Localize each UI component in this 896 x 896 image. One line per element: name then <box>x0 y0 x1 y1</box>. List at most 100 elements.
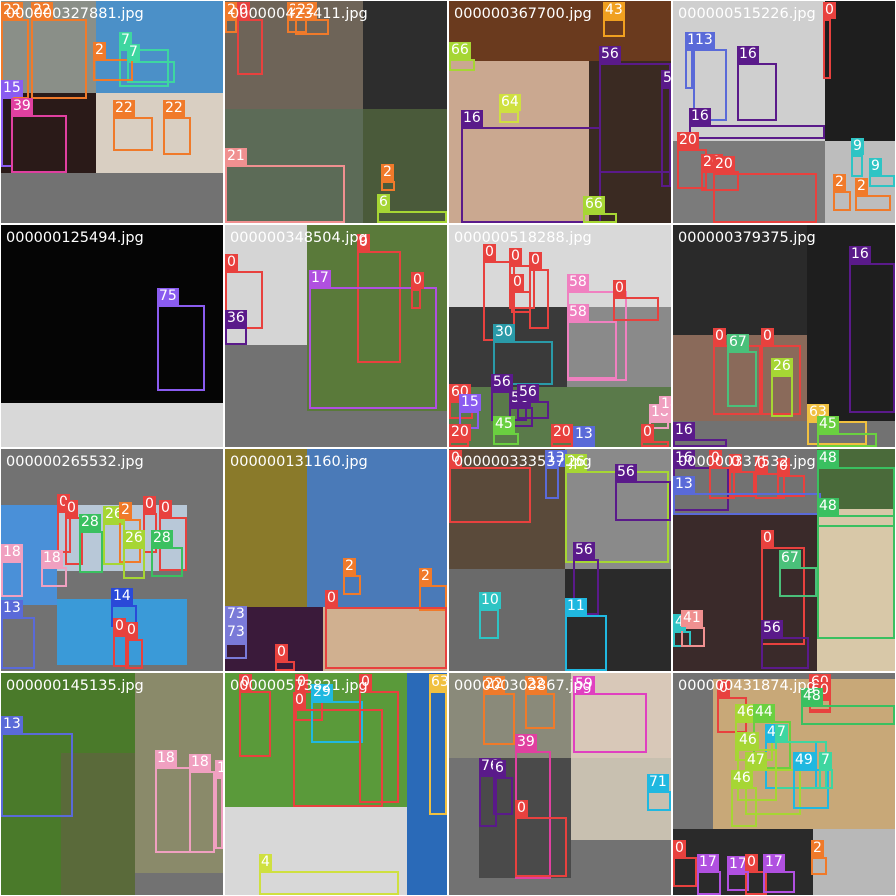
class-label: 2 <box>833 174 846 191</box>
class-label: 22 <box>163 100 185 117</box>
bounding-box <box>449 467 531 523</box>
bounding-box <box>239 691 271 757</box>
bounding-box <box>673 857 697 887</box>
bounding-box <box>499 111 519 123</box>
image-filename: 000000337532.jpg <box>678 454 816 470</box>
bounding-box <box>761 637 809 669</box>
bounding-box <box>113 117 153 151</box>
class-label: 18 <box>215 760 223 777</box>
class-label: 26 <box>123 530 145 547</box>
class-label: 0 <box>159 500 172 517</box>
class-label: 2 <box>93 42 106 59</box>
class-label: 56 <box>599 46 621 63</box>
bounding-box <box>225 327 247 345</box>
class-label: 15 <box>459 394 481 411</box>
bounding-box <box>731 787 757 827</box>
bounding-box <box>493 433 519 445</box>
bounding-box <box>727 351 757 407</box>
class-label: 0 <box>761 530 774 547</box>
image-filename: 000000573821.jpg <box>230 678 368 694</box>
class-label: 0 <box>275 644 288 661</box>
class-label: 20 <box>677 132 699 149</box>
image-filename: 000000348504.jpg <box>230 230 368 246</box>
class-label: 22 <box>113 100 135 117</box>
bounding-box <box>157 305 205 391</box>
bounding-box <box>275 661 295 671</box>
bounding-box <box>127 61 175 83</box>
bounding-box <box>869 175 895 187</box>
bounding-box <box>641 441 669 447</box>
bounding-box <box>259 871 399 895</box>
bounding-box <box>31 19 87 99</box>
bounding-box <box>381 181 395 191</box>
photo-region <box>449 569 565 671</box>
bounding-box <box>225 165 345 223</box>
class-label: 26 <box>771 358 793 375</box>
class-label: 67 <box>779 550 801 567</box>
bounding-box <box>647 791 671 811</box>
class-label: 0 <box>113 618 126 635</box>
class-label: 21 <box>225 148 247 165</box>
class-label: 13 <box>1 600 23 617</box>
bounding-box <box>771 375 793 417</box>
mosaic-tile: 000000515226.jpg 0131316162020209922 <box>673 1 895 223</box>
bounding-box <box>79 531 103 573</box>
bounding-box <box>603 19 625 37</box>
class-label: 0 <box>613 280 626 297</box>
class-label: 0 <box>673 840 686 857</box>
class-label: 11 <box>565 598 587 615</box>
mosaic-tile: 000000333537.jpg 0 13 26 56 56 11 10 <box>449 449 671 671</box>
class-label: 0 <box>641 424 654 441</box>
class-label: 0 <box>225 254 238 271</box>
class-label: 18 <box>659 396 671 413</box>
class-label: 0 <box>515 800 528 817</box>
mosaic-tile: 000000303867.jpg 22 22 59 76 6 39 71 0 <box>449 673 671 895</box>
bounding-box <box>237 19 263 75</box>
bounding-box <box>613 297 659 321</box>
class-label: 0 <box>713 328 726 345</box>
class-label: 0 <box>125 622 138 639</box>
bounding-box <box>529 269 549 329</box>
bounding-box <box>673 439 727 447</box>
mosaic-tile: 000000125494.jpg 75 <box>1 225 223 447</box>
class-label: 13 <box>693 32 715 49</box>
bounding-box <box>823 19 831 79</box>
class-label: 16 <box>737 46 759 63</box>
class-label: 71 <box>647 774 669 791</box>
class-label: 13 <box>673 476 695 493</box>
mosaic-tile: 000000337532.jpg 16 0 0 0 0 13 48 48 0 67 56 4 41 <box>673 449 895 671</box>
class-label: 17 <box>309 270 331 287</box>
bounding-box <box>411 289 421 309</box>
class-label: 46 <box>737 732 759 749</box>
class-label: 7 <box>819 752 832 769</box>
class-label: 7 <box>775 724 788 741</box>
class-label: 0 <box>143 496 156 513</box>
class-label: 48 <box>817 450 839 467</box>
class-label: 45 <box>493 416 515 433</box>
class-label: 16 <box>461 110 483 127</box>
class-label: 13 <box>1 716 23 733</box>
class-label: 2 <box>419 568 432 585</box>
class-label: 9 <box>851 138 864 155</box>
bounding-box <box>801 705 895 725</box>
class-label: 48 <box>817 498 839 515</box>
class-label: 63 <box>429 674 447 691</box>
class-label: 56 <box>661 70 671 87</box>
bounding-box <box>429 691 447 815</box>
class-label: 56 <box>615 464 637 481</box>
bounding-box <box>851 155 863 177</box>
photo-region <box>363 1 447 109</box>
class-label: 30 <box>493 324 515 341</box>
class-label: 66 <box>449 42 471 59</box>
class-label: 0 <box>65 500 78 517</box>
bounding-box <box>1 617 35 669</box>
class-label: 2 <box>855 178 868 195</box>
class-label: 18 <box>189 754 211 771</box>
mosaic-tile: 000000423411.jpg 2 0 2 22 21 2 6 <box>225 1 447 223</box>
bounding-box <box>1 733 73 817</box>
class-label: 46 <box>731 770 753 787</box>
class-label: 2 <box>119 502 132 519</box>
class-label: 0 <box>411 272 424 289</box>
bounding-box <box>551 441 573 447</box>
image-filename: 000000327881.jpg <box>6 6 144 22</box>
